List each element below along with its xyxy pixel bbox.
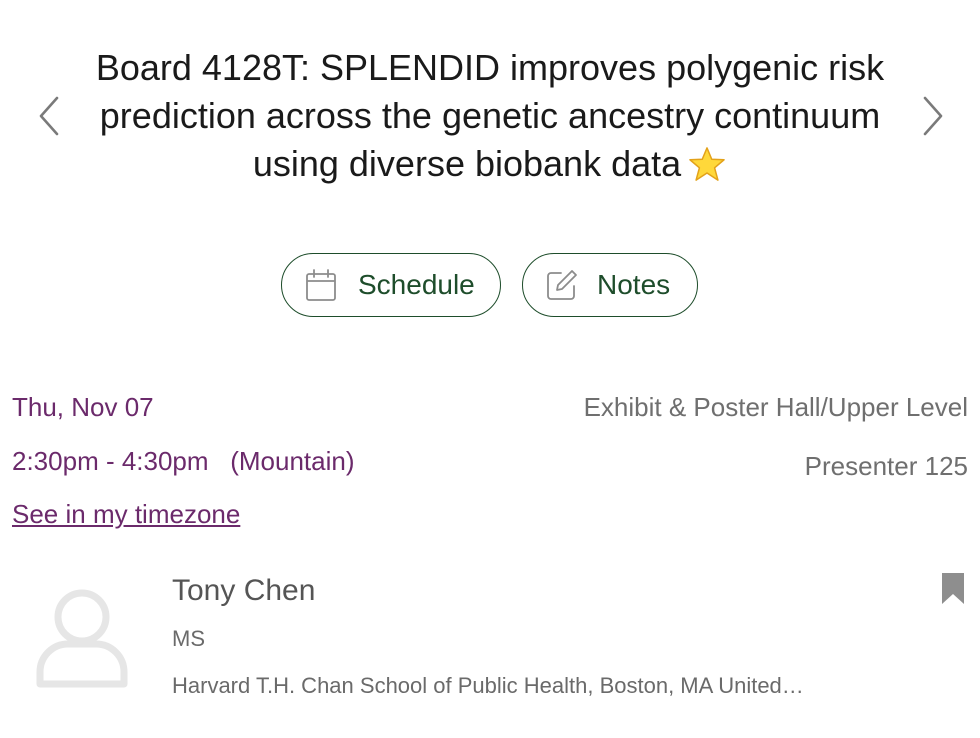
next-session-button[interactable] bbox=[918, 92, 948, 140]
timezone-link[interactable]: See in my timezone bbox=[12, 499, 240, 530]
calendar-icon bbox=[306, 269, 336, 301]
presenter-degree: MS bbox=[172, 626, 205, 651]
star-icon bbox=[689, 147, 725, 181]
chevron-left-icon bbox=[39, 96, 59, 136]
presenter-number: Presenter 125 bbox=[804, 451, 968, 481]
schedule-button[interactable]: Schedule bbox=[281, 253, 501, 317]
notes-button[interactable]: Notes bbox=[522, 253, 698, 317]
session-actions: Schedule Notes bbox=[0, 253, 980, 319]
session-location: Exhibit & Poster Hall/Upper Level bbox=[583, 392, 968, 422]
presenter-affiliation: Harvard T.H. Chan School of Public Healt… bbox=[172, 673, 804, 698]
session-date: Thu, Nov 07 bbox=[12, 392, 154, 422]
session-title-text: Board 4128T: SPLENDID improves polygenic… bbox=[95, 47, 885, 184]
bookmark-icon[interactable] bbox=[941, 573, 965, 605]
notes-button-label: Notes bbox=[597, 269, 671, 300]
presenter-name[interactable]: Tony Chen bbox=[172, 574, 315, 608]
edit-note-icon bbox=[547, 270, 577, 300]
chevron-right-icon bbox=[923, 96, 943, 136]
session-time: 2:30pm - 4:30pm (Mountain) bbox=[12, 446, 355, 476]
user-placeholder-icon bbox=[36, 589, 128, 688]
previous-session-button[interactable] bbox=[34, 92, 64, 140]
session-title: Board 4128T: SPLENDID improves polygenic… bbox=[70, 44, 910, 188]
schedule-button-label: Schedule bbox=[358, 269, 475, 300]
